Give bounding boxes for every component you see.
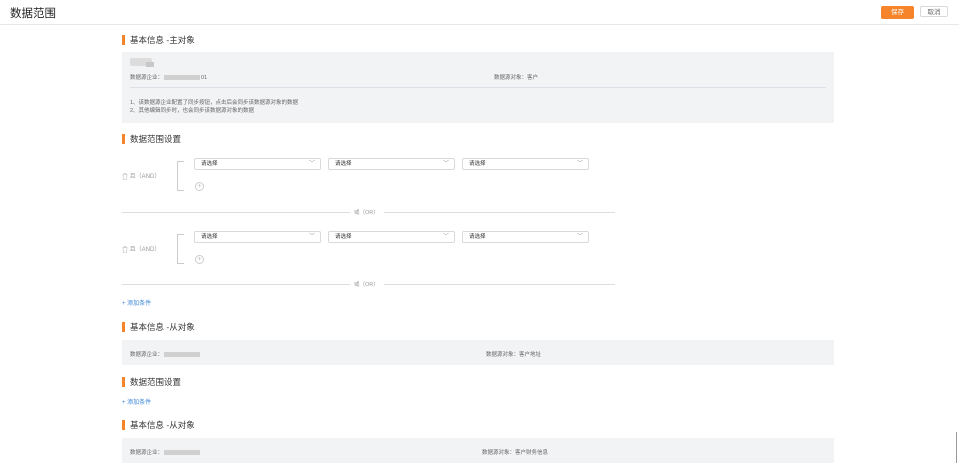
or-line-left <box>122 284 350 285</box>
condition-select-operator[interactable]: 请选择 ﹀ <box>328 231 455 243</box>
save-button[interactable]: 保存 <box>881 6 914 19</box>
or-line-left <box>122 212 350 213</box>
select-placeholder: 请选择 <box>201 234 218 240</box>
sub2-enterprise-field: 数据源企业： <box>130 448 201 456</box>
trash-icon[interactable] <box>122 246 130 253</box>
condition-select-operator[interactable]: 请选择 ﹀ <box>328 158 455 170</box>
or-line-right <box>384 212 615 213</box>
chevron-down-icon: ﹀ <box>576 234 583 240</box>
or-line-right <box>384 284 615 285</box>
main-enterprise-label: 数据源企业： <box>130 75 164 81</box>
and-label-text: 且（AND） <box>129 174 161 180</box>
sub1-enterprise-field: 数据源企业： <box>130 350 201 358</box>
sub2-object-label: 数据源对象： <box>482 450 516 456</box>
sub2-enterprise-label: 数据源企业： <box>130 450 164 456</box>
or-label: 或（OR） <box>354 210 379 216</box>
select-placeholder: 请选择 <box>201 161 218 167</box>
sub1-object-label: 数据源对象： <box>486 352 520 358</box>
enterprise-logo <box>130 58 154 67</box>
condition-select-field[interactable]: 请选择 ﹀ <box>194 231 321 243</box>
chevron-down-icon: ﹀ <box>576 161 583 167</box>
cancel-button[interactable]: 取消 <box>920 6 948 17</box>
or-separator: 或（OR） <box>122 280 615 288</box>
sub1-object-field: 数据源对象：客户地址 <box>486 350 541 358</box>
sub2-object-value: 客户财务信息 <box>515 450 549 456</box>
section-title-range-settings-2: 数据范围设置 <box>122 377 181 387</box>
section-title-sub-object-1: 基本信息 -从对象 <box>122 322 195 332</box>
sub-object-1-panel: 数据源企业： 数据源对象：客户地址 <box>122 340 834 365</box>
select-placeholder: 请选择 <box>469 234 486 240</box>
add-condition-link-2[interactable]: + 添加条件 <box>122 397 151 406</box>
panel-divider <box>130 87 826 88</box>
and-group-label: 且（AND） <box>122 171 160 180</box>
main-object-panel: 数据源企业： 01 数据源对象：客户 1、该数据源企业配置了同步按钮，点击后会同步… <box>122 52 834 123</box>
main-enterprise-suffix: 01 <box>201 75 208 81</box>
condition-select-value[interactable]: 请选择 ﹀ <box>462 231 589 243</box>
main-object-label: 数据源对象： <box>494 75 528 81</box>
scrollbar[interactable] <box>956 432 957 463</box>
chevron-down-icon: ﹀ <box>308 161 315 167</box>
add-condition-plus-icon[interactable]: + <box>195 182 204 191</box>
trash-icon[interactable] <box>122 173 130 180</box>
or-separator: 或（OR） <box>122 208 615 216</box>
and-bracket <box>177 161 184 191</box>
note-2: 2、其他编辑同步时，也会同步该数据源对象的数据 <box>130 108 255 114</box>
main-object-field: 数据源对象：客户 <box>494 73 538 81</box>
note-1: 1、该数据源企业配置了同步按钮，点击后会同步该数据源对象的数据 <box>130 100 299 106</box>
select-placeholder: 请选择 <box>335 161 352 167</box>
main-object-value: 客户 <box>527 75 539 81</box>
section-title-sub-object-2: 基本信息 -从对象 <box>122 420 195 430</box>
add-condition-link[interactable]: + 添加条件 <box>122 298 151 307</box>
top-bar: 数据范围 保存 取消 <box>0 0 959 25</box>
chevron-down-icon: ﹀ <box>442 234 449 240</box>
section-title-range-settings: 数据范围设置 <box>122 134 181 144</box>
select-placeholder: 请选择 <box>335 234 352 240</box>
and-group-label: 且（AND） <box>122 244 160 253</box>
chevron-down-icon: ﹀ <box>308 234 315 240</box>
and-label-text: 且（AND） <box>129 247 161 253</box>
sub-object-2-panel: 数据源企业： 数据源对象：客户财务信息 <box>122 438 834 463</box>
add-condition-plus-icon[interactable]: + <box>195 255 204 264</box>
sub1-object-value: 客户地址 <box>519 352 542 358</box>
and-bracket <box>177 234 184 264</box>
condition-select-field[interactable]: 请选择 ﹀ <box>194 158 321 170</box>
sub2-object-field: 数据源对象：客户财务信息 <box>482 448 548 456</box>
section-title-main-object: 基本信息 -主对象 <box>122 35 195 45</box>
or-label: 或（OR） <box>354 282 379 288</box>
page-title: 数据范围 <box>10 8 56 20</box>
sub1-enterprise-label: 数据源企业： <box>130 352 164 358</box>
redacted-value <box>164 450 201 456</box>
main-enterprise-field: 数据源企业： 01 <box>130 73 207 81</box>
redacted-value <box>164 75 201 81</box>
condition-select-value[interactable]: 请选择 ﹀ <box>462 158 589 170</box>
chevron-down-icon: ﹀ <box>442 161 449 167</box>
redacted-value <box>164 352 201 358</box>
select-placeholder: 请选择 <box>469 161 486 167</box>
